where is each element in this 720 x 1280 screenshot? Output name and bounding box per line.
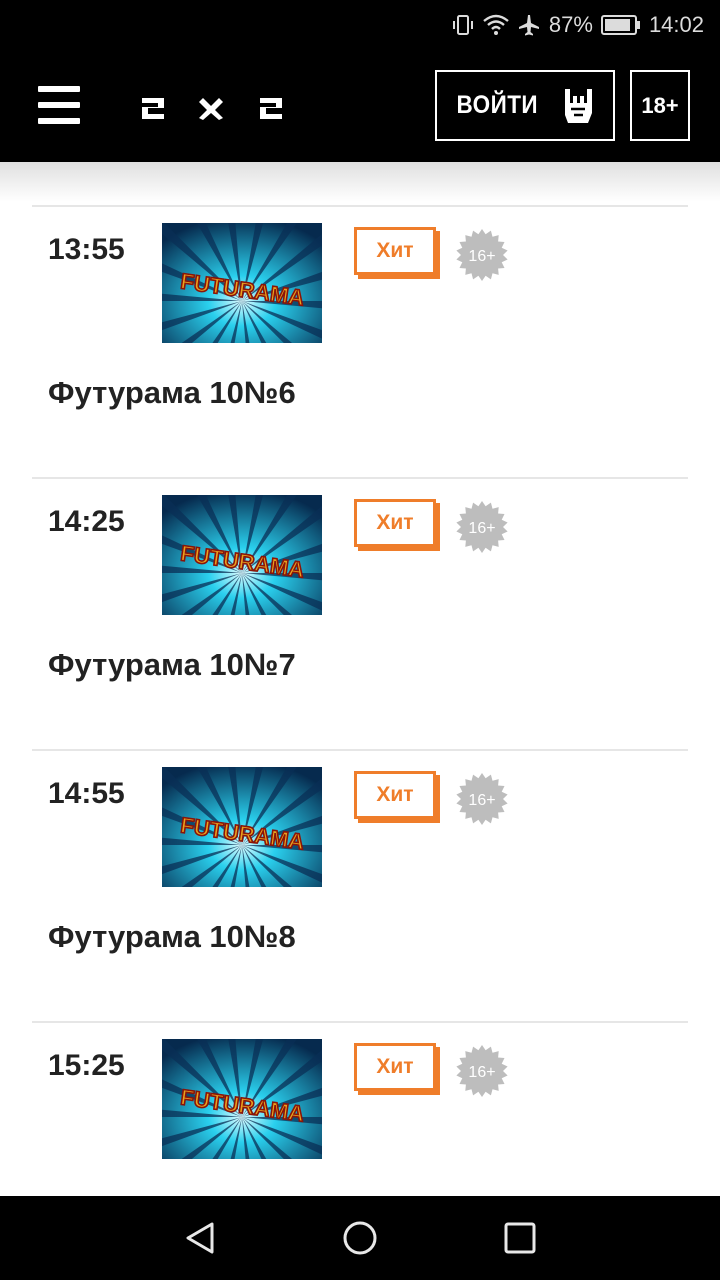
entry-time: 15:25 (48, 1049, 125, 1082)
hit-label: Хит (376, 511, 414, 534)
futurama-logo-image: FUTURAMA (162, 1039, 322, 1159)
show-thumbnail[interactable]: FUTURAMA (162, 767, 322, 887)
square-recent-icon[interactable] (500, 1218, 540, 1258)
circle-home-icon[interactable] (340, 1218, 380, 1258)
airplane-icon (518, 15, 539, 36)
svg-text:16+: 16+ (468, 520, 495, 537)
hit-label: Хит (376, 783, 414, 806)
login-button[interactable]: ВОЙТИ (435, 70, 615, 141)
schedule-entry-3[interactable]: 14:55 FUTURAMA Хит 16+ Футурама 10№8 (32, 749, 688, 1021)
entry-time: 14:55 (48, 777, 125, 810)
triangle-back-icon[interactable] (180, 1218, 220, 1258)
entry-title[interactable]: Футурама 10№7 (48, 647, 296, 683)
rock-hand-icon (565, 88, 593, 123)
app-header: ВОЙТИ 18+ (0, 50, 720, 162)
clock: 14:02 (648, 12, 704, 37)
battery-icon (600, 15, 640, 35)
status-bar: 87% 14:02 (0, 0, 720, 50)
hamburger-icon[interactable] (38, 86, 82, 124)
entry-time: 14:25 (48, 505, 125, 538)
login-label: ВОЙТИ (456, 91, 538, 119)
entry-time: 13:55 (48, 233, 125, 266)
age-rating-button[interactable]: 18+ (630, 70, 690, 141)
hit-badge: Хит (354, 1043, 440, 1095)
header-shadow (0, 162, 720, 202)
tv-schedule-list: 13:55 FUTURAMA Хит 16+ Футурама 10№6 14:… (32, 205, 688, 1280)
futurama-logo-image: FUTURAMA (162, 495, 322, 615)
hit-badge: Хит (354, 227, 440, 279)
hit-badge: Хит (354, 771, 440, 823)
entry-title[interactable]: Футурама 10№8 (48, 919, 296, 955)
futurama-logo-image: FUTURAMA (162, 767, 322, 887)
svg-text:16+: 16+ (468, 792, 495, 809)
schedule-entry-1[interactable]: 13:55 FUTURAMA Хит 16+ Футурама 10№6 (32, 205, 688, 477)
hit-badge: Хит (354, 499, 440, 551)
logo-2x2[interactable] (140, 94, 290, 122)
age-16-icon: 16+ (456, 1045, 508, 1097)
status-icons: 87% 14:02 (451, 10, 704, 40)
vibrate-icon (452, 15, 473, 35)
svg-text:16+: 16+ (468, 1064, 495, 1081)
age-16-icon: 16+ (456, 773, 508, 825)
hit-label: Хит (376, 1055, 414, 1078)
hit-label: Хит (376, 239, 414, 262)
system-nav-bar (0, 1196, 720, 1280)
age-16-icon: 16+ (456, 229, 508, 281)
show-thumbnail[interactable]: FUTURAMA (162, 1039, 322, 1159)
wifi-icon (483, 14, 509, 35)
show-thumbnail[interactable]: FUTURAMA (162, 495, 322, 615)
age-16-icon: 16+ (456, 501, 508, 553)
svg-text:16+: 16+ (468, 248, 495, 265)
futurama-logo-image: FUTURAMA (162, 223, 322, 343)
schedule-entry-2[interactable]: 14:25 FUTURAMA Хит 16+ Футурама 10№7 (32, 477, 688, 749)
entry-title[interactable]: Футурама 10№6 (48, 375, 296, 411)
battery-percent: 87% (548, 12, 593, 37)
show-thumbnail[interactable]: FUTURAMA (162, 223, 322, 343)
